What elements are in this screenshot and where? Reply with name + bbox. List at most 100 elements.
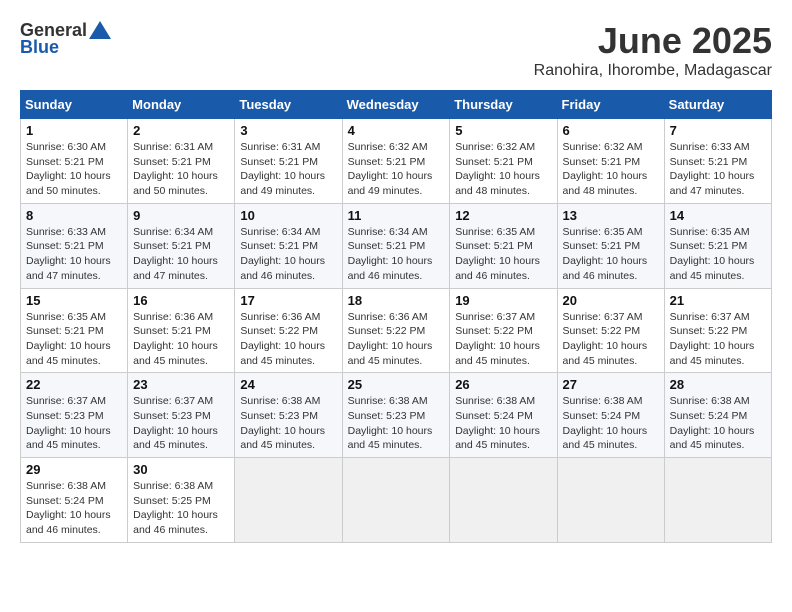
- calendar-cell: 23 Sunrise: 6:37 AM Sunset: 5:23 PM Dayl…: [128, 373, 235, 458]
- calendar-cell: 9 Sunrise: 6:34 AM Sunset: 5:21 PM Dayli…: [128, 203, 235, 288]
- calendar-cell: 15 Sunrise: 6:35 AM Sunset: 5:21 PM Dayl…: [21, 288, 128, 373]
- calendar-cell: 18 Sunrise: 6:36 AM Sunset: 5:22 PM Dayl…: [342, 288, 450, 373]
- day-info: Sunrise: 6:38 AM Sunset: 5:24 PM Dayligh…: [26, 479, 122, 538]
- day-info: Sunrise: 6:37 AM Sunset: 5:22 PM Dayligh…: [563, 310, 659, 369]
- month-title: June 2025: [534, 20, 772, 62]
- logo-blue-text: Blue: [20, 37, 59, 58]
- header-wednesday: Wednesday: [342, 91, 450, 119]
- day-number: 16: [133, 293, 229, 308]
- calendar-cell: 16 Sunrise: 6:36 AM Sunset: 5:21 PM Dayl…: [128, 288, 235, 373]
- day-number: 13: [563, 208, 659, 223]
- day-number: 30: [133, 462, 229, 477]
- day-info: Sunrise: 6:34 AM Sunset: 5:21 PM Dayligh…: [240, 225, 336, 284]
- day-info: Sunrise: 6:37 AM Sunset: 5:23 PM Dayligh…: [26, 394, 122, 453]
- calendar-cell: 27 Sunrise: 6:38 AM Sunset: 5:24 PM Dayl…: [557, 373, 664, 458]
- calendar-week-row: 1 Sunrise: 6:30 AM Sunset: 5:21 PM Dayli…: [21, 119, 772, 204]
- day-info: Sunrise: 6:32 AM Sunset: 5:21 PM Dayligh…: [563, 140, 659, 199]
- calendar-cell: [450, 458, 557, 543]
- day-number: 17: [240, 293, 336, 308]
- calendar-cell: 28 Sunrise: 6:38 AM Sunset: 5:24 PM Dayl…: [664, 373, 771, 458]
- calendar-week-row: 8 Sunrise: 6:33 AM Sunset: 5:21 PM Dayli…: [21, 203, 772, 288]
- day-number: 14: [670, 208, 766, 223]
- calendar-cell: 22 Sunrise: 6:37 AM Sunset: 5:23 PM Dayl…: [21, 373, 128, 458]
- day-info: Sunrise: 6:35 AM Sunset: 5:21 PM Dayligh…: [26, 310, 122, 369]
- calendar-cell: 25 Sunrise: 6:38 AM Sunset: 5:23 PM Dayl…: [342, 373, 450, 458]
- calendar-header-row: Sunday Monday Tuesday Wednesday Thursday…: [21, 91, 772, 119]
- calendar-cell: 12 Sunrise: 6:35 AM Sunset: 5:21 PM Dayl…: [450, 203, 557, 288]
- calendar-cell: 6 Sunrise: 6:32 AM Sunset: 5:21 PM Dayli…: [557, 119, 664, 204]
- calendar-cell: 13 Sunrise: 6:35 AM Sunset: 5:21 PM Dayl…: [557, 203, 664, 288]
- day-info: Sunrise: 6:35 AM Sunset: 5:21 PM Dayligh…: [670, 225, 766, 284]
- header-friday: Friday: [557, 91, 664, 119]
- calendar-cell: [664, 458, 771, 543]
- day-number: 4: [348, 123, 445, 138]
- day-info: Sunrise: 6:38 AM Sunset: 5:25 PM Dayligh…: [133, 479, 229, 538]
- day-number: 22: [26, 377, 122, 392]
- calendar-cell: 24 Sunrise: 6:38 AM Sunset: 5:23 PM Dayl…: [235, 373, 342, 458]
- calendar-week-row: 29 Sunrise: 6:38 AM Sunset: 5:24 PM Dayl…: [21, 458, 772, 543]
- calendar-cell: [235, 458, 342, 543]
- header-sunday: Sunday: [21, 91, 128, 119]
- day-number: 6: [563, 123, 659, 138]
- day-info: Sunrise: 6:31 AM Sunset: 5:21 PM Dayligh…: [133, 140, 229, 199]
- day-number: 24: [240, 377, 336, 392]
- day-number: 20: [563, 293, 659, 308]
- day-info: Sunrise: 6:38 AM Sunset: 5:23 PM Dayligh…: [240, 394, 336, 453]
- header-thursday: Thursday: [450, 91, 557, 119]
- header-saturday: Saturday: [664, 91, 771, 119]
- calendar-cell: 26 Sunrise: 6:38 AM Sunset: 5:24 PM Dayl…: [450, 373, 557, 458]
- calendar-cell: 29 Sunrise: 6:38 AM Sunset: 5:24 PM Dayl…: [21, 458, 128, 543]
- day-info: Sunrise: 6:32 AM Sunset: 5:21 PM Dayligh…: [455, 140, 551, 199]
- calendar-cell: [557, 458, 664, 543]
- logo: General Blue: [20, 20, 111, 58]
- calendar-cell: 8 Sunrise: 6:33 AM Sunset: 5:21 PM Dayli…: [21, 203, 128, 288]
- day-number: 2: [133, 123, 229, 138]
- day-info: Sunrise: 6:36 AM Sunset: 5:22 PM Dayligh…: [348, 310, 445, 369]
- header-tuesday: Tuesday: [235, 91, 342, 119]
- day-number: 15: [26, 293, 122, 308]
- day-info: Sunrise: 6:33 AM Sunset: 5:21 PM Dayligh…: [670, 140, 766, 199]
- calendar-cell: 20 Sunrise: 6:37 AM Sunset: 5:22 PM Dayl…: [557, 288, 664, 373]
- calendar-cell: 30 Sunrise: 6:38 AM Sunset: 5:25 PM Dayl…: [128, 458, 235, 543]
- day-number: 21: [670, 293, 766, 308]
- calendar-week-row: 15 Sunrise: 6:35 AM Sunset: 5:21 PM Dayl…: [21, 288, 772, 373]
- calendar-cell: 10 Sunrise: 6:34 AM Sunset: 5:21 PM Dayl…: [235, 203, 342, 288]
- day-number: 23: [133, 377, 229, 392]
- day-number: 28: [670, 377, 766, 392]
- day-info: Sunrise: 6:34 AM Sunset: 5:21 PM Dayligh…: [133, 225, 229, 284]
- day-number: 8: [26, 208, 122, 223]
- header-monday: Monday: [128, 91, 235, 119]
- day-info: Sunrise: 6:35 AM Sunset: 5:21 PM Dayligh…: [563, 225, 659, 284]
- calendar-cell: 21 Sunrise: 6:37 AM Sunset: 5:22 PM Dayl…: [664, 288, 771, 373]
- day-info: Sunrise: 6:37 AM Sunset: 5:23 PM Dayligh…: [133, 394, 229, 453]
- day-number: 27: [563, 377, 659, 392]
- day-number: 10: [240, 208, 336, 223]
- day-number: 11: [348, 208, 445, 223]
- day-info: Sunrise: 6:33 AM Sunset: 5:21 PM Dayligh…: [26, 225, 122, 284]
- day-number: 3: [240, 123, 336, 138]
- day-number: 12: [455, 208, 551, 223]
- location-title: Ranohira, Ihorombe, Madagascar: [534, 62, 772, 80]
- day-number: 19: [455, 293, 551, 308]
- day-info: Sunrise: 6:31 AM Sunset: 5:21 PM Dayligh…: [240, 140, 336, 199]
- logo-icon: [89, 21, 111, 39]
- day-number: 26: [455, 377, 551, 392]
- calendar-cell: 1 Sunrise: 6:30 AM Sunset: 5:21 PM Dayli…: [21, 119, 128, 204]
- day-info: Sunrise: 6:38 AM Sunset: 5:24 PM Dayligh…: [670, 394, 766, 453]
- calendar-cell: 4 Sunrise: 6:32 AM Sunset: 5:21 PM Dayli…: [342, 119, 450, 204]
- day-number: 1: [26, 123, 122, 138]
- calendar-cell: 14 Sunrise: 6:35 AM Sunset: 5:21 PM Dayl…: [664, 203, 771, 288]
- day-info: Sunrise: 6:38 AM Sunset: 5:23 PM Dayligh…: [348, 394, 445, 453]
- page-header: General Blue June 2025 Ranohira, Ihoromb…: [20, 20, 772, 80]
- calendar-cell: 17 Sunrise: 6:36 AM Sunset: 5:22 PM Dayl…: [235, 288, 342, 373]
- day-info: Sunrise: 6:32 AM Sunset: 5:21 PM Dayligh…: [348, 140, 445, 199]
- day-number: 18: [348, 293, 445, 308]
- day-info: Sunrise: 6:35 AM Sunset: 5:21 PM Dayligh…: [455, 225, 551, 284]
- day-info: Sunrise: 6:30 AM Sunset: 5:21 PM Dayligh…: [26, 140, 122, 199]
- day-number: 9: [133, 208, 229, 223]
- day-info: Sunrise: 6:37 AM Sunset: 5:22 PM Dayligh…: [670, 310, 766, 369]
- day-number: 29: [26, 462, 122, 477]
- day-number: 25: [348, 377, 445, 392]
- calendar-cell: 2 Sunrise: 6:31 AM Sunset: 5:21 PM Dayli…: [128, 119, 235, 204]
- calendar-cell: 3 Sunrise: 6:31 AM Sunset: 5:21 PM Dayli…: [235, 119, 342, 204]
